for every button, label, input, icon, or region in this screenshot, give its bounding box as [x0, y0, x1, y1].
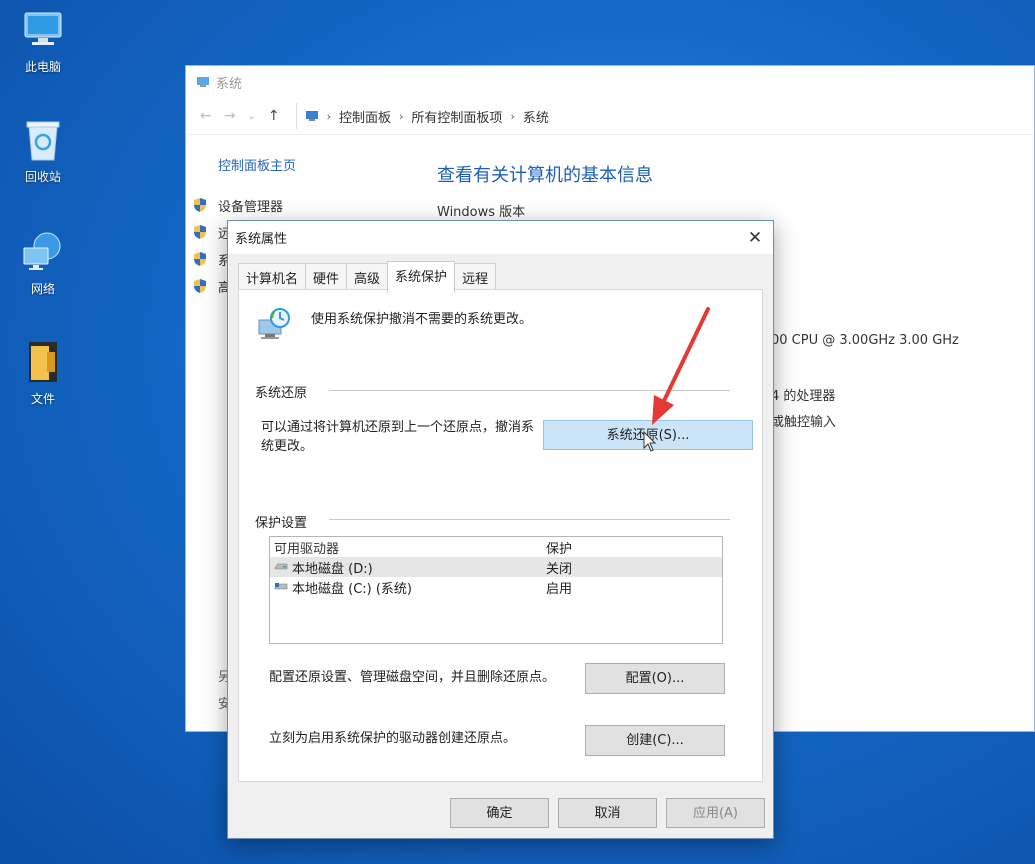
navigation-bar: ← → ⌄ ↑ › 控制面板 › 所有控制面板项 › 系统 [186, 98, 1034, 135]
disk-drive-icon [274, 563, 288, 570]
mouse-cursor-icon [643, 431, 657, 452]
system-restore-label: 系统还原 [255, 386, 308, 401]
nav-item-label: 设备管理器 [218, 199, 284, 215]
tab-system-protection[interactable]: 系统保护 [387, 261, 456, 293]
system-protection-icon [258, 308, 290, 339]
desktop-label: 文件 [30, 392, 55, 406]
tab-computer-name[interactable]: 计算机名 [238, 263, 307, 291]
breadcrumb-item[interactable]: 控制面板 [339, 107, 391, 126]
tab-advanced[interactable]: 高级 [346, 263, 389, 291]
breadcrumb-separator-icon: › [326, 109, 331, 123]
drive-protection-status: 关闭 [546, 561, 573, 577]
drives-list[interactable]: 可用驱动器 保护 本地磁盘 (D:) 关闭 本地磁盘 (C:) (系统) 启用 [269, 536, 723, 644]
cpu-info: 00 CPU @ 3.00GHz 3.00 GHz [771, 333, 959, 348]
forward-arrow-icon[interactable]: → [224, 108, 236, 124]
computer-icon [21, 8, 65, 52]
back-arrow-icon[interactable]: ← [200, 108, 212, 124]
recent-dropdown-icon[interactable]: ⌄ [247, 111, 255, 122]
shield-icon [194, 252, 206, 266]
recycle-bin-icon [21, 118, 65, 162]
control-panel-icon [305, 111, 318, 121]
desktop-label: 回收站 [24, 170, 61, 184]
desktop-icon-folder[interactable]: 文件 [12, 340, 74, 407]
dialog-titlebar: 系统属性 ✕ [228, 221, 773, 254]
section-divider [329, 519, 730, 520]
protection-settings-label: 保护设置 [255, 516, 308, 531]
configure-description: 配置还原设置、管理磁盘空间，并且删除还原点。 [269, 670, 556, 685]
system-disk-icon [274, 583, 288, 590]
desktop-icon-this-pc[interactable]: 此电脑 [12, 8, 74, 75]
create-description: 立刻为启用系统保护的驱动器创建还原点。 [269, 731, 517, 746]
breadcrumb-separator-icon: › [510, 109, 515, 123]
ok-button[interactable]: 确定 [450, 798, 549, 828]
configure-button[interactable]: 配置(O)... [585, 663, 725, 694]
shield-icon [194, 225, 206, 239]
desktop-icon-recycle-bin[interactable]: 回收站 [12, 118, 74, 185]
close-icon[interactable]: ✕ [737, 228, 773, 248]
drive-protection-status: 启用 [546, 581, 573, 597]
breadcrumb-item[interactable]: 所有控制面板项 [411, 107, 502, 126]
breadcrumb-separator-icon: › [399, 109, 404, 123]
annotation-arrow-icon [652, 307, 710, 425]
window-titlebar: 系统 [186, 66, 1034, 98]
column-header-protection[interactable]: 保护 [546, 538, 572, 557]
desktop-label: 网络 [30, 282, 55, 296]
system-icon [197, 77, 209, 87]
folder-icon [21, 340, 65, 384]
drive-name: 本地磁盘 (C:) (系统) [292, 581, 413, 597]
cancel-button[interactable]: 取消 [558, 798, 657, 828]
protection-description: 使用系统保护撤消不需要的系统更改。 [311, 312, 533, 327]
network-icon [21, 230, 65, 274]
shield-icon [194, 198, 206, 212]
breadcrumb-item[interactable]: 系统 [523, 107, 549, 126]
processor-info: 4 的处理器 [771, 389, 836, 404]
dialog-title: 系统属性 [235, 232, 288, 247]
drive-name: 本地磁盘 (D:) [292, 561, 373, 577]
control-panel-home-link[interactable]: 控制面板主页 [218, 155, 296, 174]
apply-button[interactable]: 应用(A) [666, 798, 765, 828]
nav-item-device-manager[interactable]: 设备管理器 [193, 196, 296, 215]
drives-list-header: 可用驱动器 保护 [270, 537, 722, 557]
drive-row[interactable]: 本地磁盘 (C:) (系统) 启用 [270, 577, 722, 597]
system-restore-text: 可以通过将计算机还原到上一个还原点，撤消系统更改。 [261, 420, 535, 454]
address-bar[interactable]: › 控制面板 › 所有控制面板项 › 系统 [295, 103, 1034, 129]
windows-edition-label: Windows 版本 [437, 205, 526, 220]
tab-remote[interactable]: 远程 [454, 263, 497, 291]
shield-icon [194, 279, 206, 293]
window-title: 系统 [216, 76, 243, 92]
desktop-icon-network[interactable]: 网络 [12, 230, 74, 297]
page-title: 查看有关计算机的基本信息 [437, 165, 653, 186]
create-button[interactable]: 创建(C)... [585, 725, 725, 756]
desktop-label: 此电脑 [24, 60, 61, 74]
drive-row[interactable]: 本地磁盘 (D:) 关闭 [270, 557, 722, 577]
touch-info: 或触控输入 [771, 415, 837, 430]
column-header-drive[interactable]: 可用驱动器 [270, 538, 546, 557]
up-arrow-icon[interactable]: ↑ [268, 108, 280, 124]
tab-hardware[interactable]: 硬件 [305, 263, 348, 291]
